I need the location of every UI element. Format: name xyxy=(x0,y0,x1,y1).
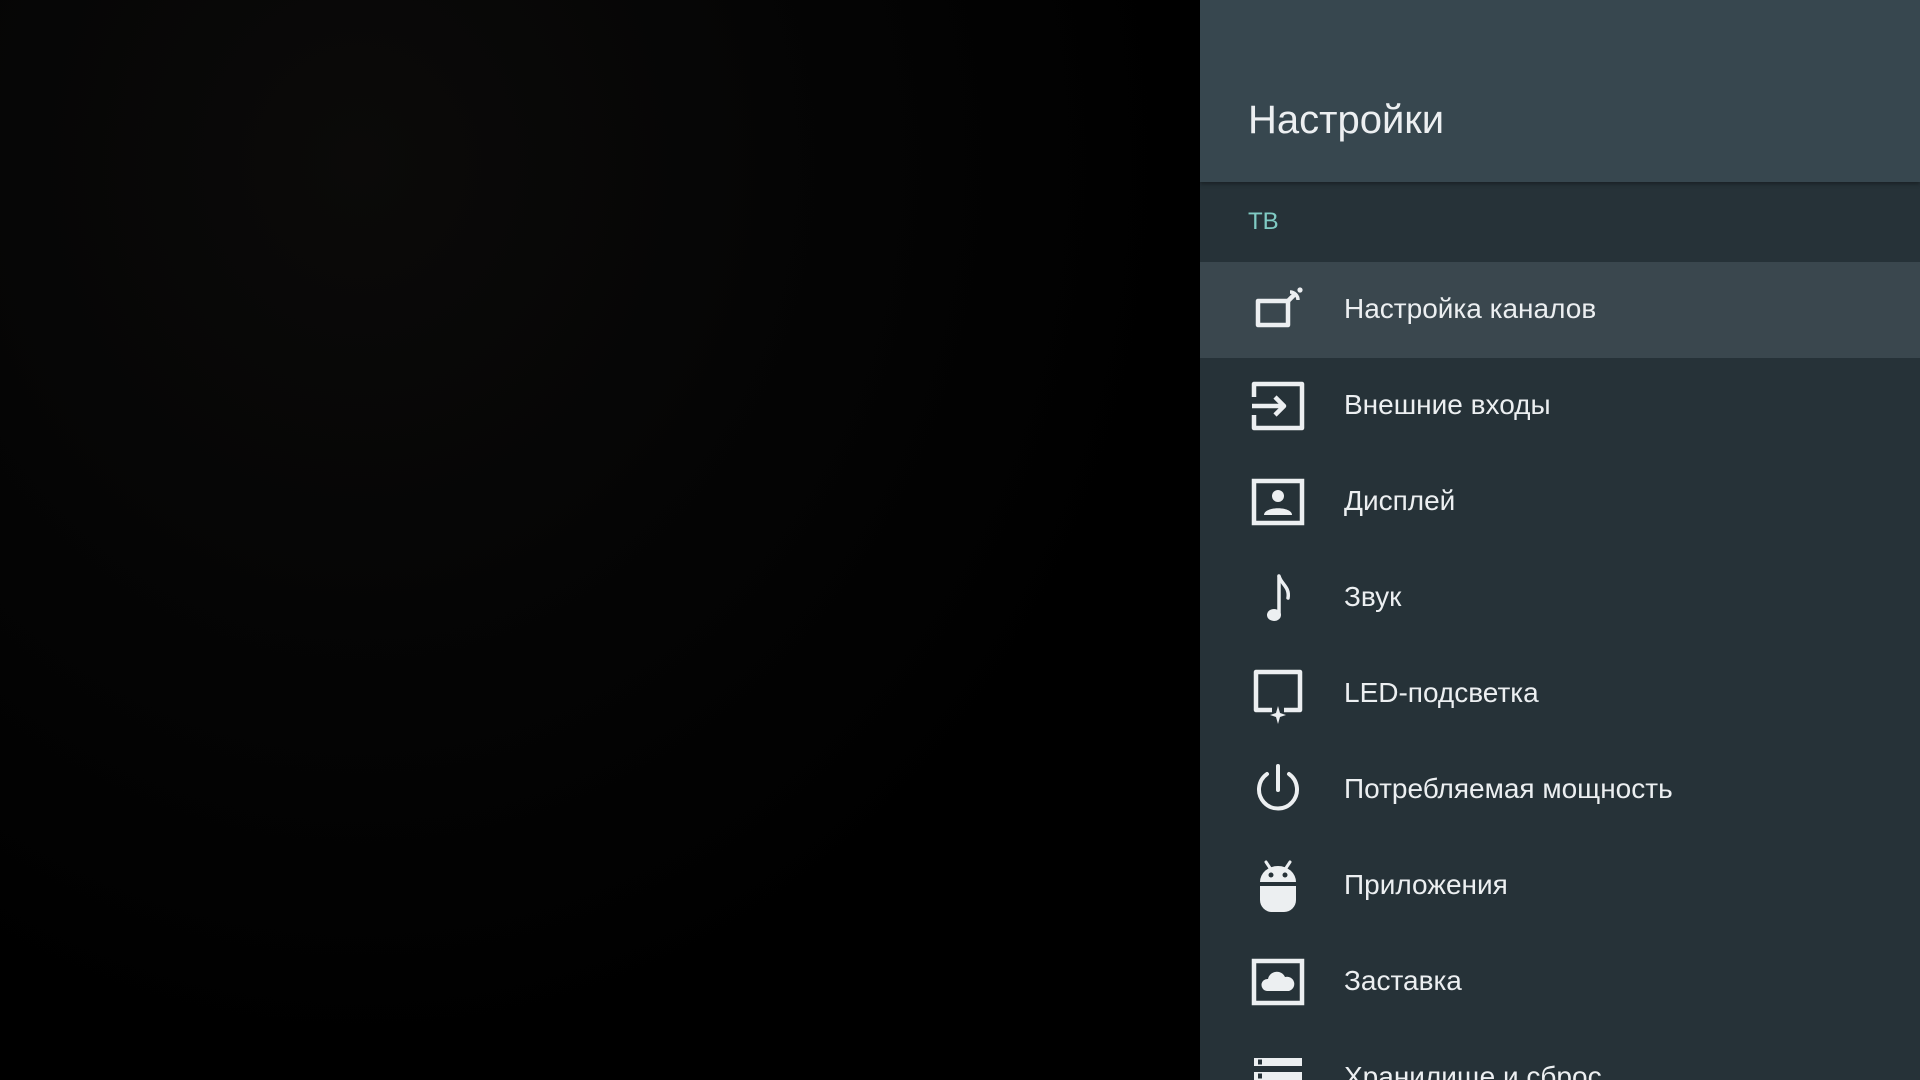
menu-item-apps[interactable]: Приложения xyxy=(1200,838,1920,934)
menu-item-label: Заставка xyxy=(1344,965,1462,996)
menu-item-power[interactable]: Потребляемая мощность xyxy=(1200,742,1920,838)
screensaver-icon xyxy=(1248,952,1308,1012)
menu-item-channel-setup[interactable]: Настройка каналов xyxy=(1200,262,1920,358)
page-title: Настройки xyxy=(1248,98,1445,142)
menu-item-label: Внешние входы xyxy=(1344,389,1551,420)
led-backlight-icon xyxy=(1248,664,1308,724)
menu-item-label: Звук xyxy=(1344,581,1402,612)
menu-item-led-backlight[interactable]: LED-подсветка xyxy=(1200,646,1920,742)
channel-setup-icon xyxy=(1248,280,1308,340)
settings-menu: Настройка каналов Внешние входы Дисплей … xyxy=(1200,262,1920,1080)
menu-item-label: Дисплей xyxy=(1344,485,1456,516)
menu-item-storage-reset[interactable]: Хранилище и сброс xyxy=(1200,1030,1920,1080)
android-icon xyxy=(1248,856,1308,916)
menu-item-display[interactable]: Дисплей xyxy=(1200,454,1920,550)
section-title-tv: ТВ xyxy=(1248,208,1279,235)
menu-item-label: Настройка каналов xyxy=(1344,293,1597,324)
settings-header: Настройки xyxy=(1200,0,1920,182)
power-icon xyxy=(1248,760,1308,820)
storage-icon xyxy=(1248,1048,1308,1080)
menu-item-label: Хранилище и сброс xyxy=(1344,1061,1602,1080)
menu-item-label: Потребляемая мощность xyxy=(1344,773,1673,804)
menu-item-label: Приложения xyxy=(1344,869,1508,900)
input-icon xyxy=(1248,376,1308,436)
menu-item-inputs[interactable]: Внешние входы xyxy=(1200,358,1920,454)
background-content xyxy=(0,0,1200,1080)
music-note-icon xyxy=(1248,568,1308,628)
display-icon xyxy=(1248,472,1308,532)
menu-item-screensaver[interactable]: Заставка xyxy=(1200,934,1920,1030)
menu-item-sound[interactable]: Звук xyxy=(1200,550,1920,646)
tv-screen: Настройки ТВ Настройка каналов Внешние в… xyxy=(0,0,1920,1080)
menu-item-label: LED-подсветка xyxy=(1344,677,1539,708)
settings-panel: Настройки ТВ Настройка каналов Внешние в… xyxy=(1200,0,1920,1080)
